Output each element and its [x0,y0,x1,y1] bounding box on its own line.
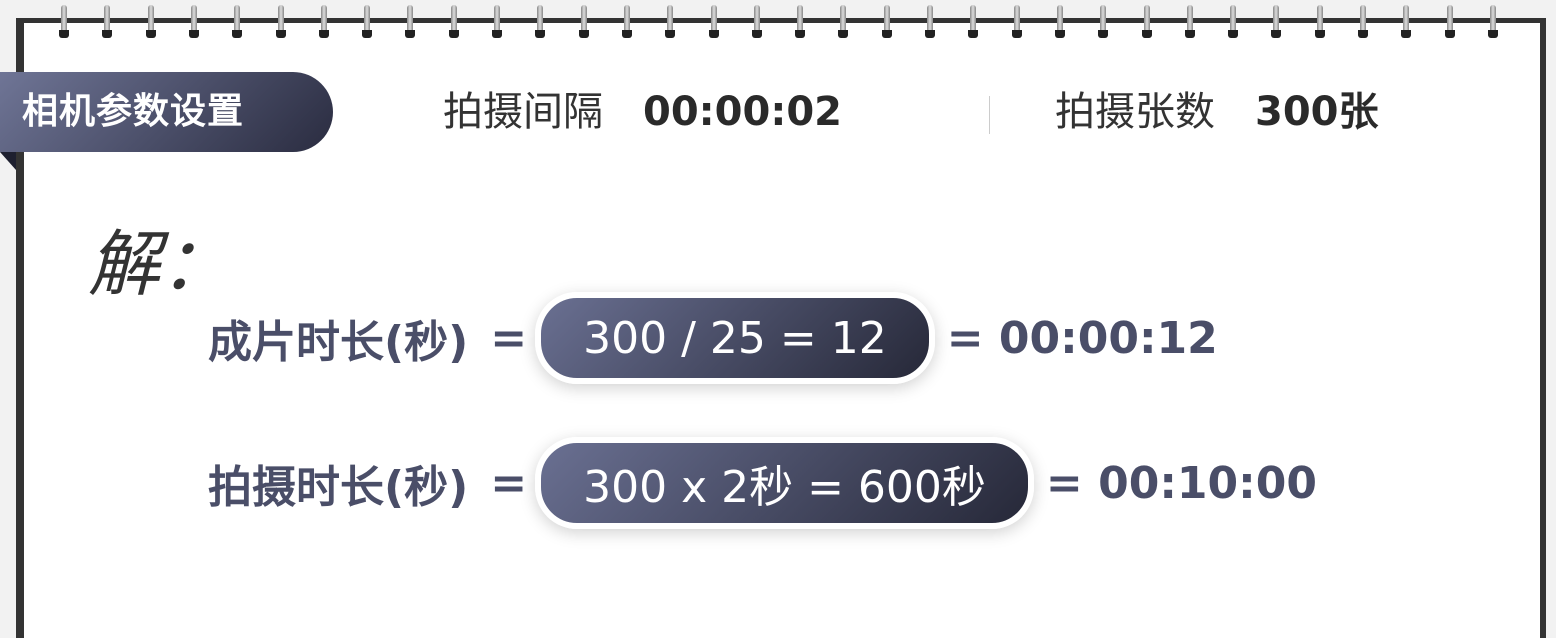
param-count: 拍摄张数 300张 [1055,84,1379,140]
divider [989,96,990,134]
binding-ring [708,5,719,38]
binding-ring [405,5,416,38]
binding-ring [59,5,69,38]
binding-ring [1271,5,1282,38]
formula-label: 成片时长(秒) [208,317,469,368]
binding-ring [362,5,373,38]
binding-ring [448,5,459,38]
binding-ring [1141,5,1152,38]
binding-ring [492,5,502,38]
spiral-binding [0,0,1556,40]
binding-ring [751,5,762,38]
binding-ring [318,5,329,38]
section-ribbon: 相机参数设置 [0,72,333,152]
param-label: 拍摄张数 [1055,89,1215,135]
param-value: 00:00:02 [643,89,842,135]
formula-row: 拍摄时长(秒) = 300 x 2秒 = 600秒 = 00:10:00 [208,437,1317,529]
binding-ring [145,5,156,38]
binding-ring [925,5,935,38]
formula-result: = 00:00:12 [946,312,1218,364]
binding-ring [1054,5,1065,38]
binding-ring [535,5,546,38]
param-interval: 拍摄间隔 00:00:02 [443,84,842,140]
formula-row: 成片时长(秒) = 300 / 25 = 12 = 00:00:12 [208,292,1218,384]
formula-result: = 00:10:00 [1045,457,1317,509]
equals: = [490,312,528,364]
binding-ring [1184,5,1195,38]
binding-ring [1444,5,1455,38]
param-label: 拍摄间隔 [443,89,603,135]
binding-ring [968,5,979,38]
formula-expression: 300 / 25 = 12 [535,292,935,384]
ribbon-fold [0,152,16,170]
binding-ring [1098,5,1109,38]
formula-label: 拍摄时长(秒) [208,462,469,513]
binding-ring [102,5,113,38]
binding-ring [1314,5,1325,38]
binding-ring [838,5,849,38]
binding-ring [1401,5,1412,38]
binding-ring [1358,5,1368,38]
binding-ring [795,5,806,38]
binding-ring [1487,5,1498,38]
binding-ring [578,5,589,38]
binding-ring [1011,5,1022,38]
binding-ring [232,5,243,38]
equals: = [490,457,528,509]
binding-ring [665,5,676,38]
binding-ring [1228,5,1239,38]
binding-ring [621,5,632,38]
binding-ring [881,5,892,38]
binding-ring [275,5,286,38]
formula-expression: 300 x 2秒 = 600秒 [535,437,1034,529]
param-value: 300张 [1255,89,1379,135]
binding-ring [188,5,199,38]
